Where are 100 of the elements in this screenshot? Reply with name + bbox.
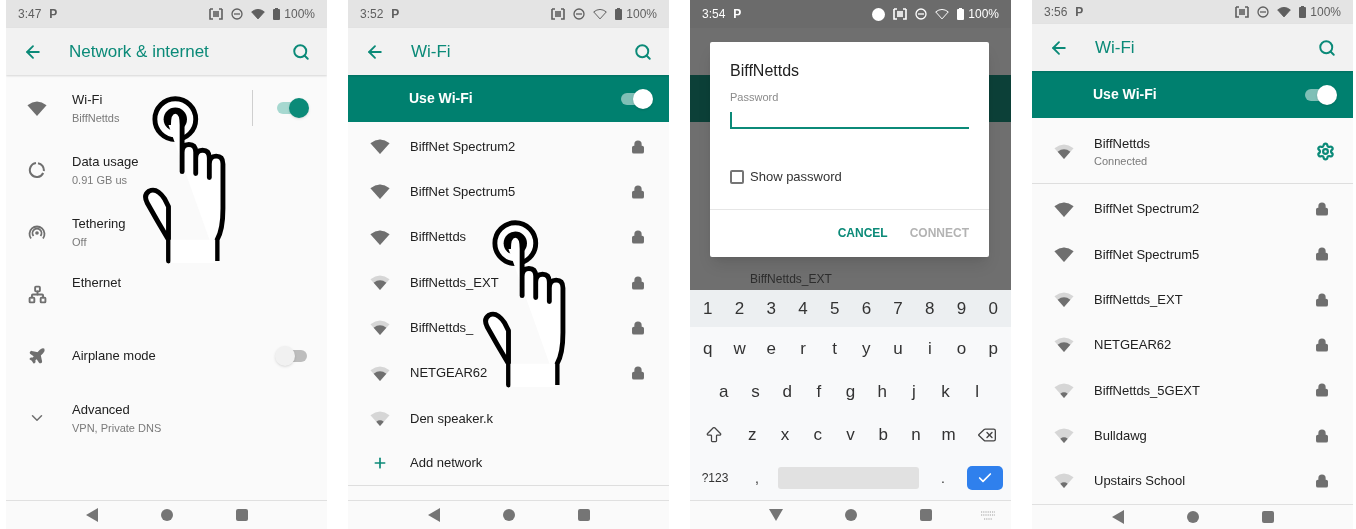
do-not-disturb-icon — [1257, 6, 1270, 19]
enter-key[interactable] — [967, 466, 1003, 490]
network-name: BiffNet Spectrum2 — [410, 137, 517, 156]
password-field[interactable]: Password — [730, 89, 969, 129]
network-name: Den speaker.k — [410, 409, 495, 428]
item-subtitle: Off — [72, 234, 88, 250]
keyboard-key[interactable]: m — [932, 413, 966, 456]
app-notification-icon: P — [733, 5, 742, 23]
network-row[interactable]: BiffNet Spectrum5 — [348, 169, 669, 215]
field-label: Password — [730, 90, 780, 105]
recents-icon[interactable] — [235, 509, 248, 521]
keyboard-key[interactable]: u — [882, 327, 914, 370]
settings-item[interactable]: Tethering Off — [6, 201, 327, 263]
recents-icon[interactable] — [577, 509, 590, 521]
home-icon[interactable] — [502, 509, 515, 521]
keyboard-switch-icon[interactable] — [981, 510, 995, 520]
search-icon[interactable] — [292, 42, 310, 61]
network-name: Bulldawg — [1094, 426, 1148, 445]
item-subtitle: 0.91 GB us — [72, 172, 129, 188]
scanner-icon — [1235, 6, 1250, 19]
back-icon[interactable] — [427, 508, 440, 522]
keyboard-key[interactable]: 6 — [850, 290, 883, 327]
network-row[interactable]: BiffNettds_5GEXT — [1032, 367, 1353, 413]
keyboard-key[interactable]: j — [898, 370, 930, 413]
keyboard-key[interactable]: 3 — [755, 290, 788, 327]
connected-network-row[interactable]: BiffNettds Connected — [1032, 120, 1353, 185]
home-icon[interactable] — [1186, 510, 1199, 523]
network-row[interactable]: Den speaker.k — [348, 395, 669, 442]
keyboard-key[interactable]: x — [768, 413, 802, 456]
keyboard-key[interactable]: y — [850, 327, 883, 370]
do-not-disturb-icon — [573, 8, 586, 20]
screen-title: Network & internet — [69, 40, 210, 63]
keyboard-key[interactable]: 2 — [723, 290, 756, 327]
keyboard-key[interactable]: g — [834, 370, 867, 413]
keyboard-key[interactable]: d — [771, 370, 803, 413]
network-row[interactable]: NETGEAR62 — [1032, 322, 1353, 368]
checkbox[interactable] — [730, 169, 744, 184]
app-notification-icon: P — [49, 5, 58, 23]
keyboard-key[interactable]: b — [866, 413, 900, 456]
symbols-key[interactable]: ?123 — [694, 469, 736, 487]
keyboard-key[interactable]: i — [913, 327, 946, 370]
network-row[interactable]: BiffNet Spectrum2 — [348, 124, 669, 170]
settings-item[interactable]: Advanced VPN, Private DNS — [6, 387, 327, 449]
item-title: Wi-Fi — [72, 91, 104, 109]
keyboard-key[interactable]: e — [755, 327, 788, 370]
keyboard-key[interactable]: 5 — [818, 290, 851, 327]
hide-keyboard-icon[interactable] — [769, 509, 784, 521]
keyboard-key[interactable]: 1 — [692, 290, 724, 327]
keyboard-key[interactable]: 9 — [945, 290, 978, 327]
keyboard-key[interactable]: 0 — [977, 290, 1010, 327]
keyboard-key[interactable]: h — [866, 370, 899, 413]
home-icon[interactable] — [845, 509, 858, 521]
keyboard-key[interactable]: l — [961, 370, 994, 413]
keyboard-key[interactable]: s — [739, 370, 772, 413]
keyboard-key[interactable]: o — [945, 327, 978, 370]
keyboard-key[interactable]: c — [801, 413, 835, 456]
network-name: NETGEAR62 — [410, 364, 489, 383]
home-icon[interactable] — [160, 509, 173, 521]
wifi-signal-icon — [1053, 143, 1075, 161]
back-icon[interactable] — [85, 508, 98, 522]
keyboard-key[interactable]: w — [723, 327, 756, 370]
network-row[interactable]: Bulldawg — [1032, 412, 1353, 459]
keyboard-key[interactable]: 7 — [882, 290, 914, 327]
back-icon[interactable] — [1111, 509, 1124, 524]
keyboard-key[interactable]: q — [692, 327, 724, 370]
keyboard-key[interactable]: t — [818, 327, 851, 370]
wifi-icon — [26, 99, 48, 117]
keyboard-key[interactable]: 4 — [787, 290, 819, 327]
keyboard-key[interactable]: n — [899, 413, 933, 456]
keyboard-key[interactable]: r — [787, 327, 819, 370]
settings-icon[interactable] — [1316, 142, 1335, 162]
network-row[interactable]: Upstairs School — [1032, 458, 1353, 504]
keyboard-key[interactable]: v — [834, 413, 867, 456]
network-name: BiffNettds_5GEXT — [1094, 381, 1201, 400]
battery-icon — [273, 8, 281, 20]
battery-percent: 100% — [626, 6, 657, 23]
keyboard-key[interactable]: z — [736, 413, 769, 456]
recents-icon[interactable] — [919, 509, 932, 521]
network-row[interactable]: BiffNet Spectrum2 — [1032, 186, 1353, 232]
dialog-button[interactable]: CANCEL — [831, 218, 894, 248]
search-icon[interactable] — [634, 42, 652, 61]
keyboard-key[interactable]: a — [708, 370, 740, 413]
network-name: BiffNettds_ — [410, 319, 475, 338]
settings-item[interactable]: Data usage 0.91 GB us — [6, 139, 327, 201]
keyboard-key[interactable]: p — [977, 327, 1010, 370]
keyboard-key[interactable]: 8 — [913, 290, 946, 327]
network-row[interactable]: BiffNettds_EXT — [1032, 277, 1353, 323]
period-key[interactable]: . — [923, 467, 963, 489]
do-not-disturb-icon — [231, 8, 244, 20]
settings-item[interactable]: Ethernet — [6, 263, 327, 325]
network-name: BiffNettds_EXT — [410, 273, 500, 292]
search-icon[interactable] — [1318, 38, 1336, 57]
keyboard-key[interactable]: k — [929, 370, 962, 413]
keyboard-key[interactable]: f — [803, 370, 835, 413]
network-row[interactable]: BiffNet Spectrum5 — [1032, 231, 1353, 278]
settings-item[interactable]: Airplane mode — [6, 325, 327, 387]
recents-icon[interactable] — [1261, 510, 1274, 523]
add-network-row[interactable]: Add network — [348, 441, 669, 487]
battery-percent: 100% — [284, 6, 315, 23]
comma-key[interactable]: , — [740, 467, 774, 489]
